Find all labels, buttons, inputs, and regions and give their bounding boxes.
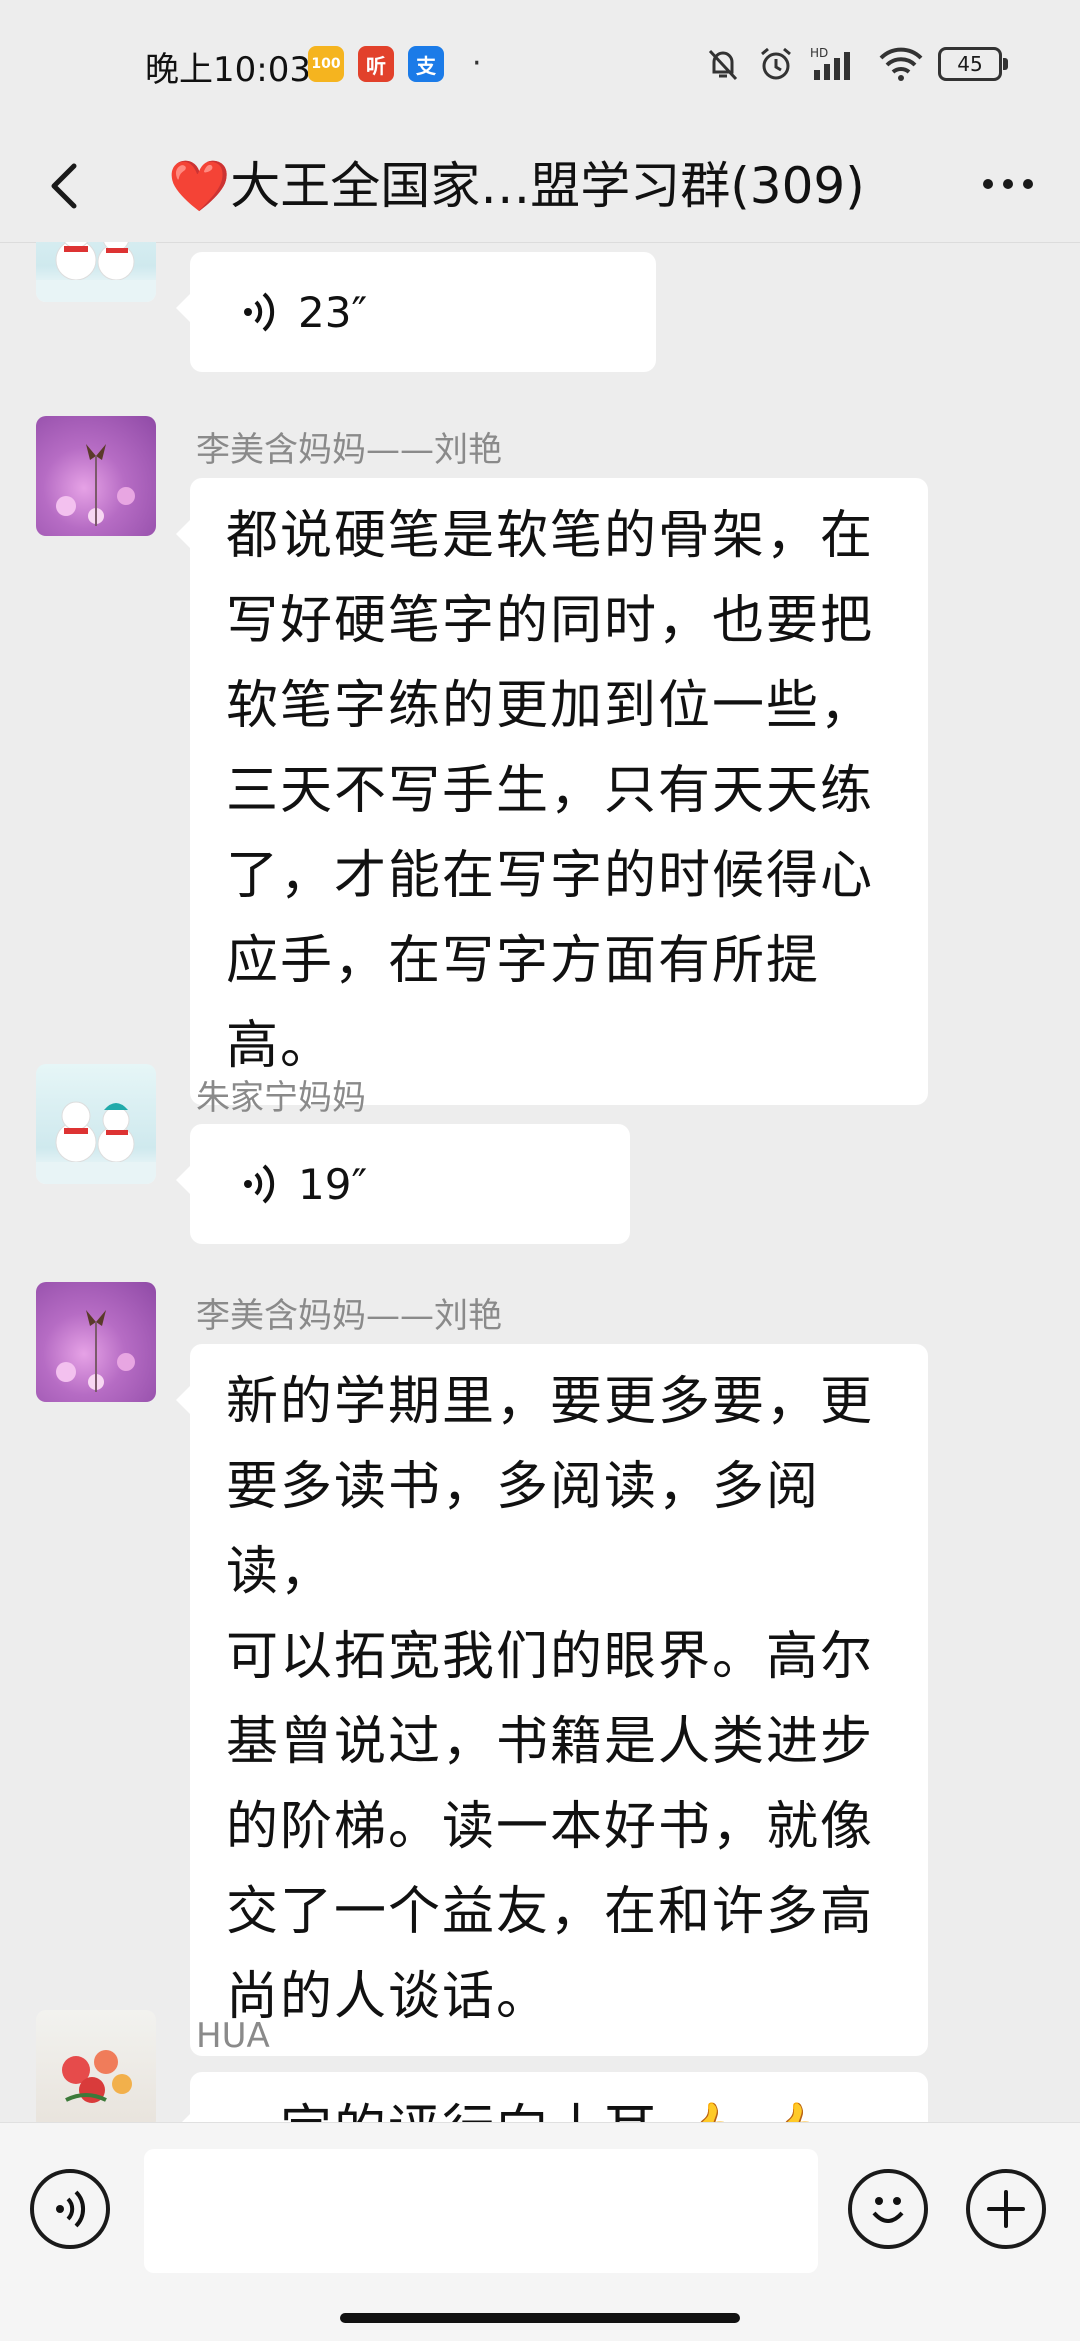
text-message-bubble[interactable]: 都说硬笔是软笔的骨架，在 写好硬笔字的同时，也要把 软笔字练的更加到位一些， 三… xyxy=(176,478,928,1105)
message-line: 可以拓宽我们的眼界。高尔 xyxy=(226,1627,875,1687)
message-list[interactable]: 23″ 李美含妈妈——刘艳 都说硬笔是软笔的骨架，在 写好硬笔字的同时，也要把 … xyxy=(0,242,1080,2122)
emoji-button[interactable] xyxy=(848,2169,928,2249)
message-line: 软笔字练的更加到位一些， xyxy=(226,676,875,736)
chat-header: ❤️大王全国家…盟学习群(309) xyxy=(0,130,1080,243)
ting-app-icon: 听 xyxy=(358,46,394,82)
voice-duration: 23″ xyxy=(298,287,368,337)
message-line: 三天不写手生，只有天天练 xyxy=(226,761,875,821)
status-icons: HD 45 xyxy=(704,44,1008,84)
voice-input-button[interactable] xyxy=(30,2169,110,2249)
plus-icon xyxy=(987,2190,1025,2228)
flower-avatar[interactable] xyxy=(36,1282,156,1402)
message-line: 交了一个益友，在和许多高 xyxy=(226,1882,875,1942)
message-item: 朱家宁妈妈 19″ xyxy=(0,1064,1080,1264)
message-line: 都说硬笔是软笔的骨架，在 xyxy=(226,506,875,566)
message-text: 一定的评行向十耳 👍 👍 👍 xyxy=(190,2072,928,2122)
message-input[interactable] xyxy=(144,2149,818,2273)
status-more-dot: · xyxy=(472,46,482,81)
flower-avatar[interactable] xyxy=(36,416,156,536)
sender-name: 朱家宁妈妈 xyxy=(196,1078,366,1118)
battery-indicator: 45 xyxy=(938,47,1008,81)
100-app-icon: 100 xyxy=(308,46,344,82)
status-bar: 晚上10:03 100 听 支 · HD 45 xyxy=(0,0,1080,130)
voice-message-bubble[interactable]: 23″ xyxy=(176,252,656,372)
chat-title: ❤️大王全国家…盟学习群(309) xyxy=(168,157,865,215)
back-arrow-icon[interactable] xyxy=(36,156,96,216)
alarm-icon xyxy=(761,47,791,80)
mute-bell-icon xyxy=(708,49,738,81)
voice-duration: 19″ xyxy=(298,1159,368,1209)
snowman-avatar[interactable] xyxy=(36,1064,156,1184)
voice-message-bubble[interactable]: 19″ xyxy=(176,1124,630,1244)
signal-icon: HD xyxy=(810,46,850,80)
snowman-avatar[interactable] xyxy=(36,242,156,302)
text-message-bubble[interactable]: 一定的评行向十耳 👍 👍 👍 xyxy=(176,2072,928,2122)
more-options-icon[interactable] xyxy=(968,154,1048,214)
status-time: 晚上10:03 xyxy=(145,50,311,90)
input-bar xyxy=(0,2122,1080,2341)
message-line: 要多读书，多阅读，多阅读， xyxy=(226,1457,821,1602)
message-item: 李美含妈妈——刘艳 都说硬笔是软笔的骨架，在 写好硬笔字的同时，也要把 软笔字练… xyxy=(0,412,1080,1105)
emoji-face-icon xyxy=(872,2197,904,2223)
message-item: HUA 一定的评行向十耳 👍 👍 👍 xyxy=(0,2010,1080,2122)
message-line: 了，才能在写字的时候得心 xyxy=(226,846,875,906)
sender-name: HUA xyxy=(196,2016,270,2056)
alipay-app-icon: 支 xyxy=(408,46,444,82)
message-line: 基曾说过，书籍是人类进步 xyxy=(226,1712,875,1772)
voice-wave-icon xyxy=(244,292,275,332)
text-message-bubble[interactable]: 新的学期里，要更多要，更 要多读书，多阅读，多阅读， 可以拓宽我们的眼界。高尔 … xyxy=(176,1344,928,2056)
message-item: 李美含妈妈——刘艳 新的学期里，要更多要，更 要多读书，多阅读，多阅读， 可以拓… xyxy=(0,1282,1080,2056)
message-line: 一定的评行向十耳 👍 👍 👍 xyxy=(226,2088,892,2122)
sender-name: 李美含妈妈——刘艳 xyxy=(196,1296,502,1336)
message-line: 的阶梯。读一本好书，就像 xyxy=(226,1797,875,1857)
voice-input-icon xyxy=(56,2190,86,2228)
rose-avatar[interactable] xyxy=(36,2010,156,2122)
message-line: 新的学期里，要更多要，更 xyxy=(226,1372,875,1432)
svg-text:HD: HD xyxy=(810,46,828,60)
message-line: 写好硬笔字的同时，也要把 xyxy=(226,591,875,651)
plus-button[interactable] xyxy=(966,2169,1046,2249)
home-indicator[interactable] xyxy=(340,2313,740,2323)
wifi-icon xyxy=(879,47,923,81)
sender-name: 李美含妈妈——刘艳 xyxy=(196,430,502,470)
message-text: 都说硬笔是软笔的骨架，在 写好硬笔字的同时，也要把 软笔字练的更加到位一些， 三… xyxy=(190,478,928,1105)
voice-wave-icon xyxy=(244,1164,275,1204)
message-text: 新的学期里，要更多要，更 要多读书，多阅读，多阅读， 可以拓宽我们的眼界。高尔 … xyxy=(190,1344,928,2056)
